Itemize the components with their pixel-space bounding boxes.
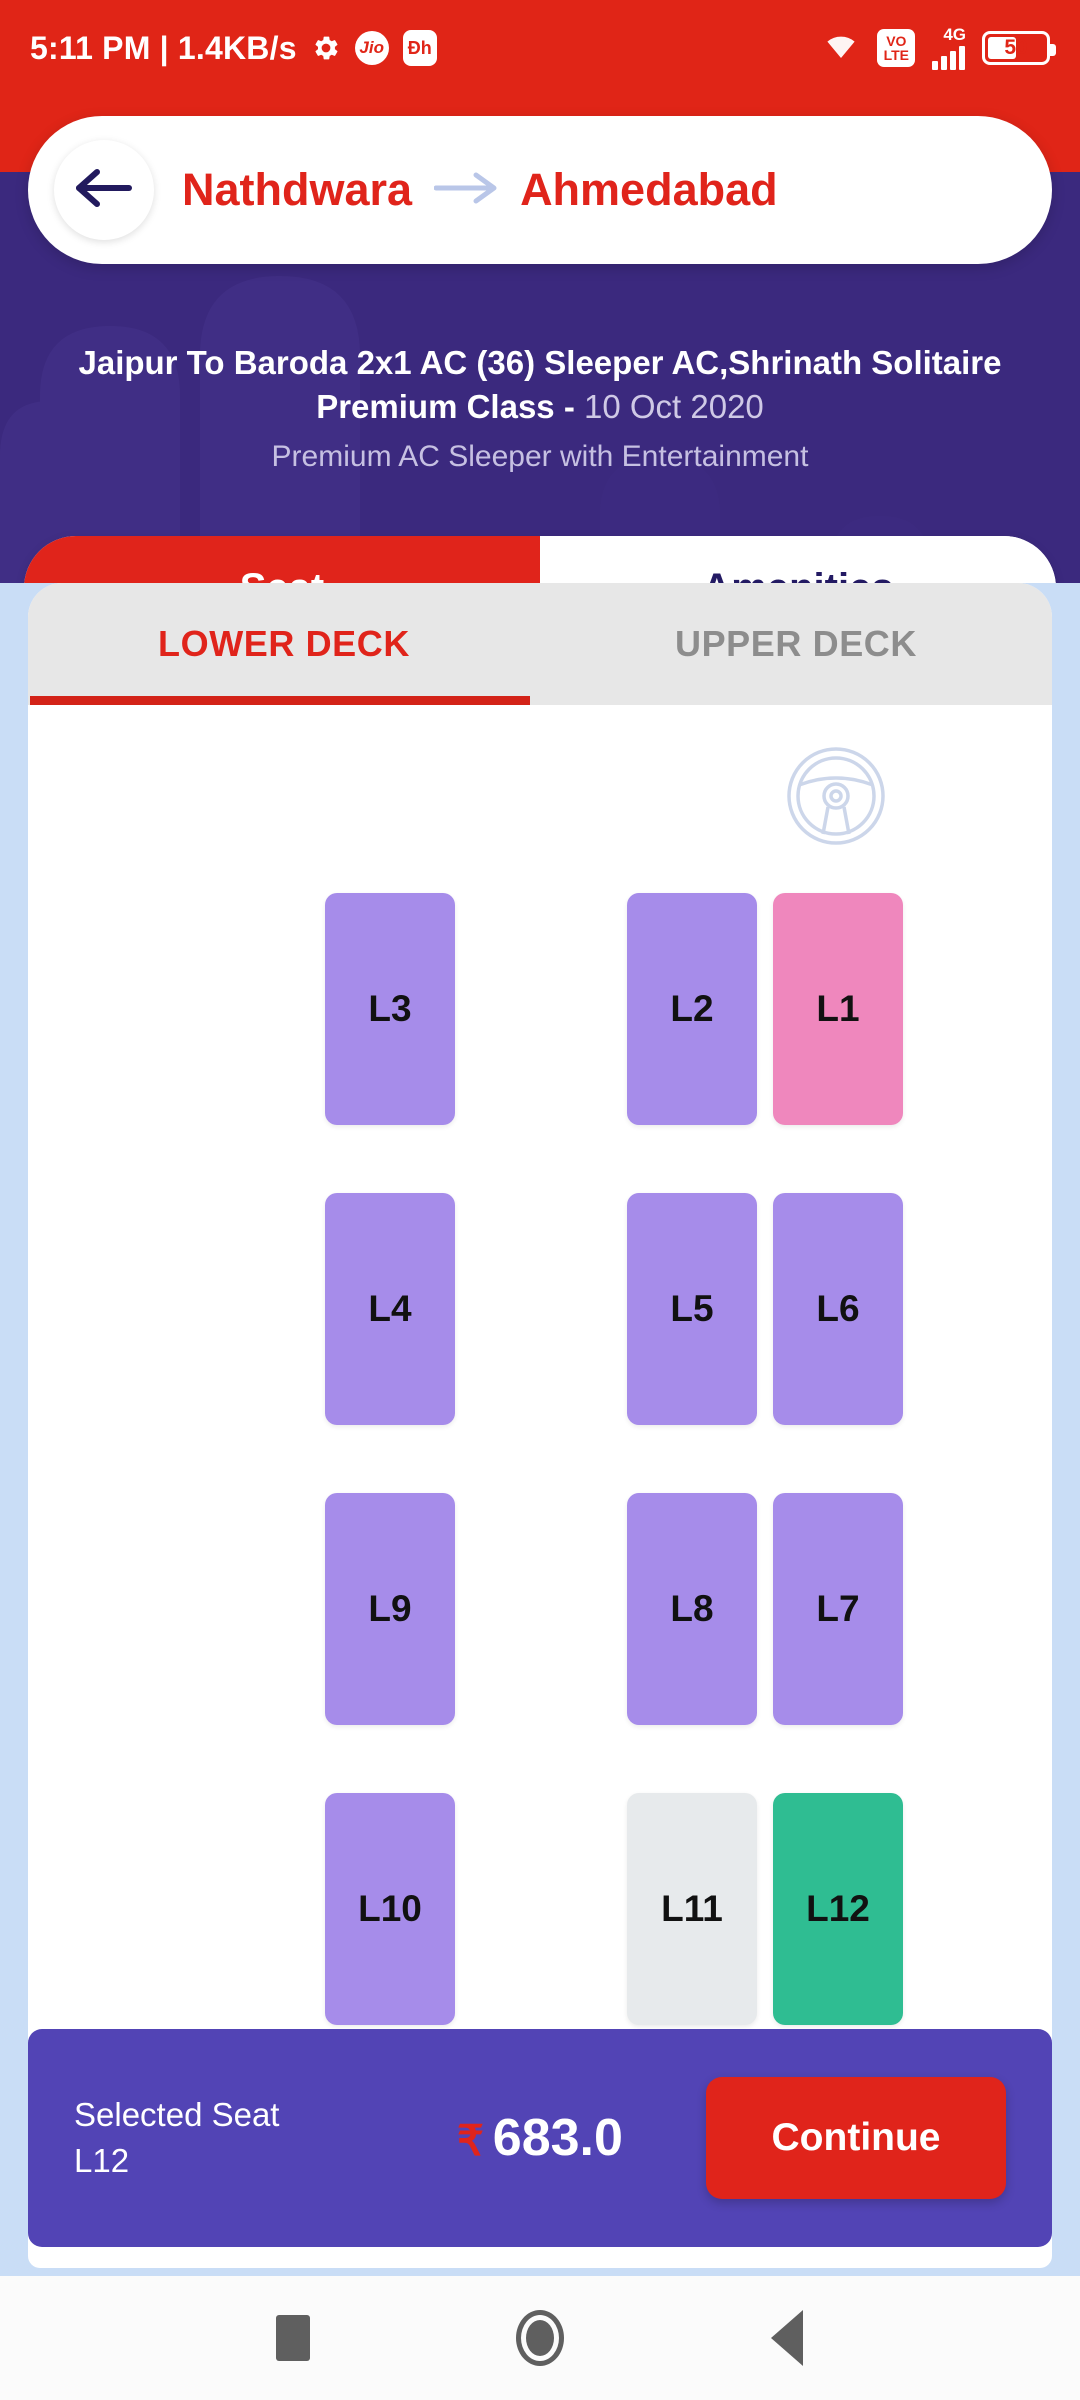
seat-L4[interactable]: L4 <box>325 1193 455 1425</box>
seat-L12[interactable]: L12 <box>773 1793 903 2025</box>
gear-icon <box>311 33 341 63</box>
status-bar: 5:11 PM | 1.4KB/s Jio Ðh VO LTE 4G 50 <box>0 0 1080 96</box>
status-bar-left: 5:11 PM | 1.4KB/s Jio Ðh <box>30 30 821 67</box>
seat-L3[interactable]: L3 <box>325 893 455 1125</box>
tab-upper-deck[interactable]: UPPER DECK <box>540 583 1052 705</box>
seat-L8[interactable]: L8 <box>627 1493 757 1725</box>
bus-subtitle: Premium AC Sleeper with Entertainment <box>271 440 809 474</box>
jio-icon: Jio <box>354 31 389 65</box>
network-generation-label: 4G <box>943 25 966 44</box>
seat-L10[interactable]: L10 <box>325 1793 455 2025</box>
seat-L2[interactable]: L2 <box>627 893 757 1125</box>
signal-bars <box>932 44 966 70</box>
seat-L11[interactable]: L11 <box>627 1793 757 2025</box>
route-header-bar[interactable]: Nathdwara Ahmedabad <box>28 116 1052 264</box>
signal-icon: 4G <box>931 26 966 70</box>
seat-row: L4 L5 L6 <box>28 1193 1052 1425</box>
status-bar-right: VO LTE 4G 50 <box>821 26 1056 70</box>
back-nav-button[interactable] <box>742 2293 832 2383</box>
booking-summary-bar: Selected Seat L12 ₹ 683.0 Continue <box>28 2029 1052 2247</box>
bus-title-text: Jaipur To Baroda 2x1 AC (36) Sleeper AC,… <box>78 344 1002 425</box>
route-origin: Nathdwara <box>182 164 413 215</box>
android-nav-bar <box>0 2276 1080 2400</box>
route-display: Nathdwara Ahmedabad <box>182 164 778 216</box>
price-amount: 683.0 <box>492 2109 623 2167</box>
bus-title: Jaipur To Baroda 2x1 AC (36) Sleeper AC,… <box>22 341 1058 428</box>
arrow-right-icon <box>433 171 498 210</box>
back-button[interactable] <box>54 140 154 240</box>
currency-symbol: ₹ <box>457 2117 484 2164</box>
selected-seat-label: Selected Seat <box>74 2096 280 2134</box>
square-recents-icon <box>276 2315 311 2361</box>
battery-percent-label: 50 <box>1004 36 1028 59</box>
route-destination: Ahmedabad <box>520 164 778 215</box>
back-arrow-icon <box>73 164 135 217</box>
volte-top-label: VO <box>886 33 907 49</box>
wifi-icon <box>821 29 861 68</box>
seat-L9[interactable]: L9 <box>325 1493 455 1725</box>
total-price: ₹ 683.0 <box>374 2108 706 2168</box>
triangle-back-icon <box>770 2310 803 2366</box>
phone-screen: 5:11 PM | 1.4KB/s Jio Ðh VO LTE 4G 50 Na… <box>0 0 1080 2400</box>
seat-panel: LOWER DECK UPPER DECK L3 L2 L1 L4 L5 L6 … <box>28 583 1052 2268</box>
dh-app-icon: Ðh <box>402 30 437 66</box>
seat-map: L3 L2 L1 L4 L5 L6 L9 L8 L7 L10 L11 L12 <box>28 705 1052 2025</box>
seat-L1[interactable]: L1 <box>773 893 903 1125</box>
circle-home-icon <box>515 2310 564 2366</box>
seat-L5[interactable]: L5 <box>627 1193 757 1425</box>
recents-button[interactable] <box>248 2293 338 2383</box>
seat-L6[interactable]: L6 <box>773 1193 903 1425</box>
home-button[interactable] <box>495 2293 585 2383</box>
deck-tabs[interactable]: LOWER DECK UPPER DECK <box>28 583 1052 705</box>
seat-row: L3 L2 L1 <box>28 893 1052 1125</box>
active-tab-indicator <box>30 696 530 705</box>
volte-bottom-label: LTE <box>883 47 910 63</box>
tab-lower-deck[interactable]: LOWER DECK <box>28 583 540 705</box>
selected-seat-value: L12 <box>74 2142 130 2179</box>
seat-L7[interactable]: L7 <box>773 1493 903 1725</box>
continue-button[interactable]: Continue <box>706 2077 1006 2199</box>
steering-wheel-icon <box>785 745 887 847</box>
seat-row: L10 L11 L12 <box>28 1793 1052 2025</box>
bus-meta: Jaipur To Baroda 2x1 AC (36) Sleeper AC,… <box>0 341 1080 474</box>
status-clock: 5:11 PM | 1.4KB/s <box>30 29 297 66</box>
seat-row: L9 L8 L7 <box>28 1493 1052 1725</box>
seat-grid: L3 L2 L1 L4 L5 L6 L9 L8 L7 L10 L11 L12 <box>28 893 1052 2093</box>
bus-journey-date: 10 Oct 2020 <box>583 387 764 425</box>
selected-seat-info: Selected Seat L12 <box>74 2092 374 2183</box>
volte-icon: VO LTE <box>877 29 916 67</box>
battery-icon: 50 <box>982 31 1056 65</box>
